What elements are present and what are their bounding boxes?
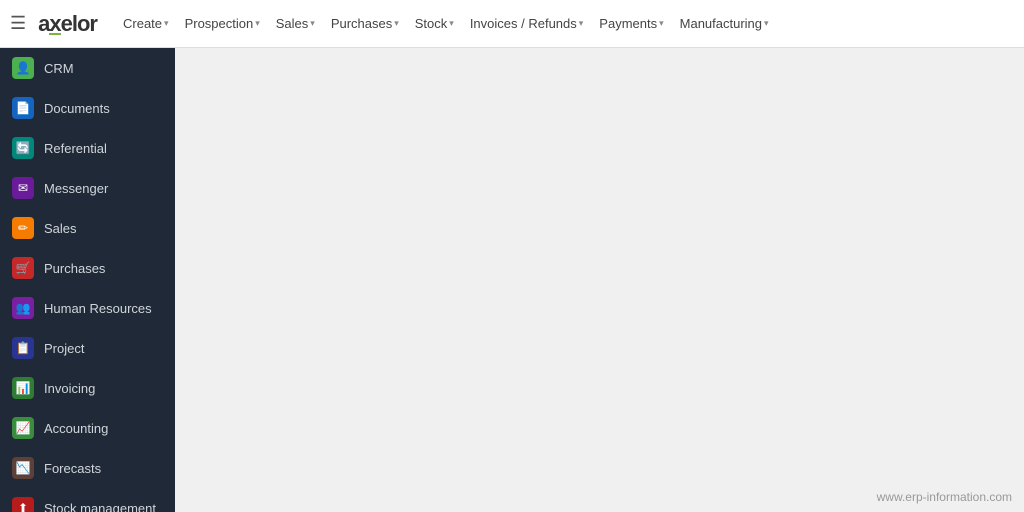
sidebar-item-messenger[interactable]: ✉ Messenger	[0, 168, 175, 208]
nav-item-create[interactable]: Create▾	[117, 12, 175, 35]
sidebar-label: Human Resources	[44, 301, 152, 316]
nav-item-invoices-/-refunds[interactable]: Invoices / Refunds▾	[464, 12, 589, 35]
sidebar-label: Documents	[44, 101, 110, 116]
sidebar-icon-crm: 👤	[12, 57, 34, 79]
sidebar-label: Sales	[44, 221, 77, 236]
sidebar-icon-invoicing: 📊	[12, 377, 34, 399]
sidebar-icon-documents: 📄	[12, 97, 34, 119]
nav-arrow-icon: ▾	[659, 18, 664, 29]
watermark: www.erp-information.com	[877, 490, 1012, 504]
sidebar: 👤 CRM 📄 Documents 🔄 Referential ✉ Messen…	[0, 48, 175, 512]
nav-item-sales[interactable]: Sales▾	[270, 12, 321, 35]
sidebar-label: Accounting	[44, 421, 108, 436]
topbar: ☰ axelor Create▾Prospection▾Sales▾Purcha…	[0, 0, 1024, 48]
sidebar-label: Referential	[44, 141, 107, 156]
sidebar-item-sales[interactable]: ✏ Sales	[0, 208, 175, 248]
nav-item-prospection[interactable]: Prospection▾	[179, 12, 266, 35]
nav-arrow-icon: ▾	[255, 18, 260, 29]
nav-arrow-icon: ▾	[449, 18, 454, 29]
sidebar-label: Messenger	[44, 181, 108, 196]
sidebar-icon-project: 📋	[12, 337, 34, 359]
nav-arrow-icon: ▾	[394, 18, 399, 29]
hamburger-icon[interactable]: ☰	[10, 13, 26, 34]
sidebar-item-human-resources[interactable]: 👥 Human Resources	[0, 288, 175, 328]
nav-item-payments[interactable]: Payments▾	[593, 12, 669, 35]
sidebar-label: Stock management	[44, 501, 156, 512]
nav-item-stock[interactable]: Stock▾	[409, 12, 460, 35]
sidebar-item-project[interactable]: 📋 Project	[0, 328, 175, 368]
sidebar-label: Invoicing	[44, 381, 95, 396]
sidebar-icon-purchases: 🛒	[12, 257, 34, 279]
sidebar-item-invoicing[interactable]: 📊 Invoicing	[0, 368, 175, 408]
sidebar-icon-sales: ✏	[12, 217, 34, 239]
sidebar-icon-human-resources: 👥	[12, 297, 34, 319]
sidebar-icon-accounting: 📈	[12, 417, 34, 439]
nav-item-manufacturing[interactable]: Manufacturing▾	[674, 12, 775, 35]
sidebar-icon-stock-management: ⬆	[12, 497, 34, 512]
nav-item-purchases[interactable]: Purchases▾	[325, 12, 405, 35]
content-area	[175, 48, 1024, 512]
sidebar-label: CRM	[44, 61, 74, 76]
sidebar-item-purchases[interactable]: 🛒 Purchases	[0, 248, 175, 288]
sidebar-item-forecasts[interactable]: 📉 Forecasts	[0, 448, 175, 488]
sidebar-icon-messenger: ✉	[12, 177, 34, 199]
sidebar-item-crm[interactable]: 👤 CRM	[0, 48, 175, 88]
main-layout: 👤 CRM 📄 Documents 🔄 Referential ✉ Messen…	[0, 48, 1024, 512]
nav-arrow-icon: ▾	[310, 18, 315, 29]
sidebar-item-referential[interactable]: 🔄 Referential	[0, 128, 175, 168]
sidebar-label: Forecasts	[44, 461, 101, 476]
sidebar-icon-forecasts: 📉	[12, 457, 34, 479]
sidebar-item-accounting[interactable]: 📈 Accounting	[0, 408, 175, 448]
nav-arrow-icon: ▾	[764, 18, 769, 29]
sidebar-label: Purchases	[44, 261, 105, 276]
sidebar-icon-referential: 🔄	[12, 137, 34, 159]
sidebar-item-documents[interactable]: 📄 Documents	[0, 88, 175, 128]
logo-text: axelor	[38, 11, 97, 37]
nav-menu: Create▾Prospection▾Sales▾Purchases▾Stock…	[117, 12, 1014, 35]
logo[interactable]: axelor	[38, 11, 97, 37]
sidebar-label: Project	[44, 341, 84, 356]
nav-arrow-icon: ▾	[579, 18, 584, 29]
sidebar-item-stock-management[interactable]: ⬆ Stock management	[0, 488, 175, 512]
nav-arrow-icon: ▾	[164, 18, 169, 29]
